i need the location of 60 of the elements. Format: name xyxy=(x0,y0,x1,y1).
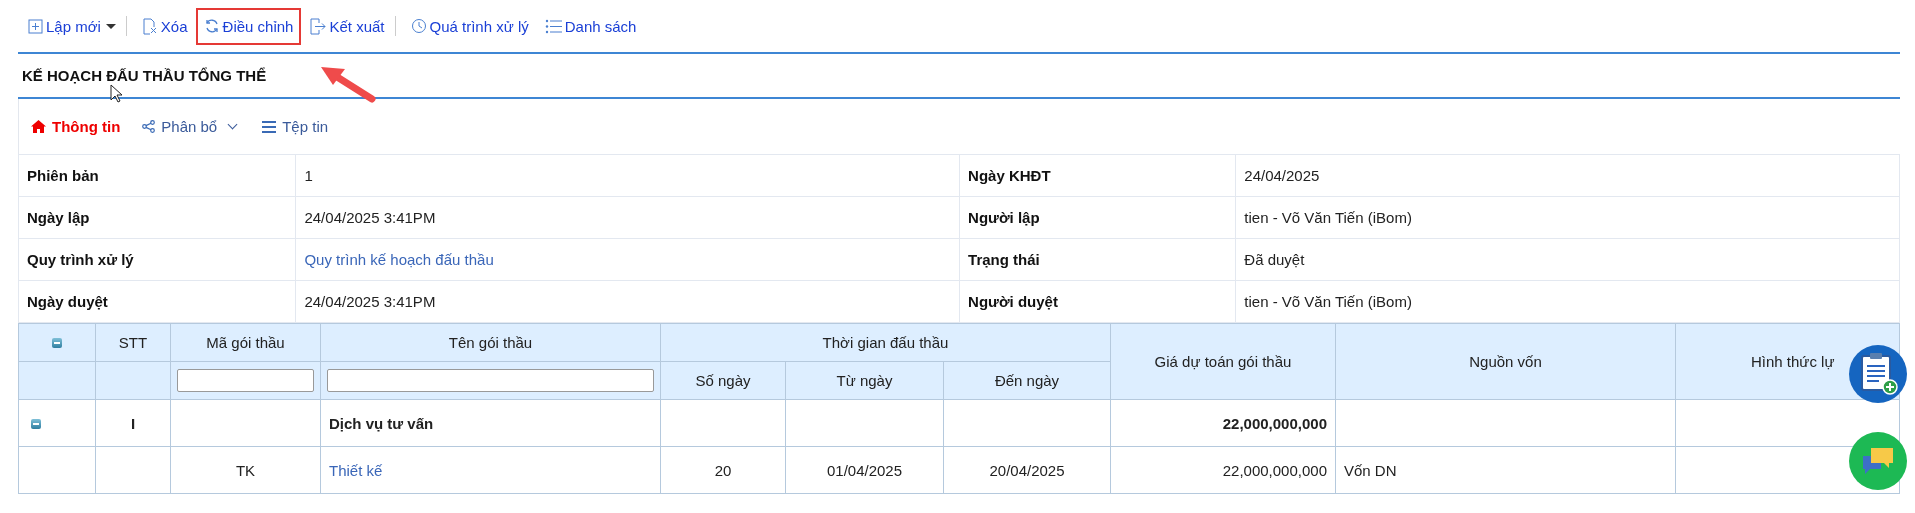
toolbar-button[interactable]: Lập mới xyxy=(20,7,124,45)
table-cell: 22,000,000,000 xyxy=(1110,399,1336,447)
tab[interactable]: Tệp tin xyxy=(254,114,337,139)
table-cell: Dịch vụ tư vấn xyxy=(320,399,661,447)
field-value: tien - Võ Văn Tiến (iBom) xyxy=(1235,196,1900,239)
field-label: Trạng thái xyxy=(959,238,1236,281)
field-value: tien - Võ Văn Tiến (iBom) xyxy=(1235,280,1900,323)
column-header: Số ngày xyxy=(660,361,786,400)
list-icon xyxy=(262,120,277,133)
export-icon xyxy=(309,17,327,35)
field-value: 24/04/2025 3:41PM xyxy=(295,196,960,239)
column-header: Mã gói thầu xyxy=(170,323,321,362)
collapse-icon[interactable] xyxy=(31,418,41,429)
caret-icon xyxy=(105,23,116,29)
table-cell: Vốn DN xyxy=(1335,446,1676,494)
share-icon xyxy=(142,120,156,133)
refresh-icon xyxy=(203,18,220,34)
field-value: 24/04/2025 xyxy=(1235,154,1900,197)
plus-box-icon xyxy=(28,18,43,34)
toolbar-button[interactable]: Danh sách xyxy=(536,7,645,45)
field-label: Người duyệt xyxy=(959,280,1236,323)
column-header: Nguồn vốn xyxy=(1335,323,1676,400)
table-cell: I xyxy=(95,399,171,447)
delete-document-icon xyxy=(141,17,158,35)
toolbar-button[interactable]: Kết xuất xyxy=(301,7,393,45)
column-header: Từ ngày xyxy=(785,361,944,400)
field-label: Người lập xyxy=(959,196,1236,239)
field-label: Quy trình xử lý xyxy=(18,238,296,281)
filter-field[interactable] xyxy=(327,369,654,392)
table-cell: 20 xyxy=(660,446,786,494)
home-icon xyxy=(31,120,46,133)
chat-button[interactable] xyxy=(1849,432,1907,490)
tab[interactable]: Phân bổ xyxy=(134,114,249,139)
field-value: 24/04/2025 3:41PM xyxy=(295,280,960,323)
field-value: Đã duyệt xyxy=(1235,238,1900,281)
tab[interactable]: Thông tin xyxy=(23,114,129,139)
field-label: Ngày duyệt xyxy=(18,280,296,323)
table-cell: 01/04/2025 xyxy=(785,446,944,494)
table-cell: 20/04/2025 xyxy=(943,446,1111,494)
list-icon xyxy=(544,18,562,34)
column-header: Thời gian đấu thầu xyxy=(660,323,1111,362)
table-cell: TK xyxy=(170,446,321,494)
chat-bubbles-icon xyxy=(1861,446,1895,476)
process-link[interactable]: Quy trình kế hoạch đấu thầu xyxy=(304,251,494,268)
toolbar-button[interactable]: Điều chỉnh xyxy=(195,7,302,45)
collapse-all-icon[interactable] xyxy=(52,338,62,348)
field-label: Ngày lập xyxy=(18,196,296,239)
mouse-cursor-icon xyxy=(110,84,122,103)
clock-icon xyxy=(410,18,427,34)
field-label: Phiên bản xyxy=(18,154,296,197)
column-header: Giá dự toán gói thầu xyxy=(1110,323,1336,400)
filter-field[interactable] xyxy=(177,369,314,392)
package-link[interactable]: Thiết kế xyxy=(329,461,383,479)
table-cell: 22,000,000,000 xyxy=(1110,446,1336,494)
field-label: Ngày KHĐT xyxy=(959,154,1236,197)
column-header: STT xyxy=(95,323,171,362)
page-title: KẾ HOẠCH ĐẤU THẦU TỔNG THỂ xyxy=(22,67,267,84)
column-header: Tên gói thầu xyxy=(320,323,661,362)
column-header: Đến ngày xyxy=(943,361,1111,400)
field-value: 1 xyxy=(295,154,960,197)
